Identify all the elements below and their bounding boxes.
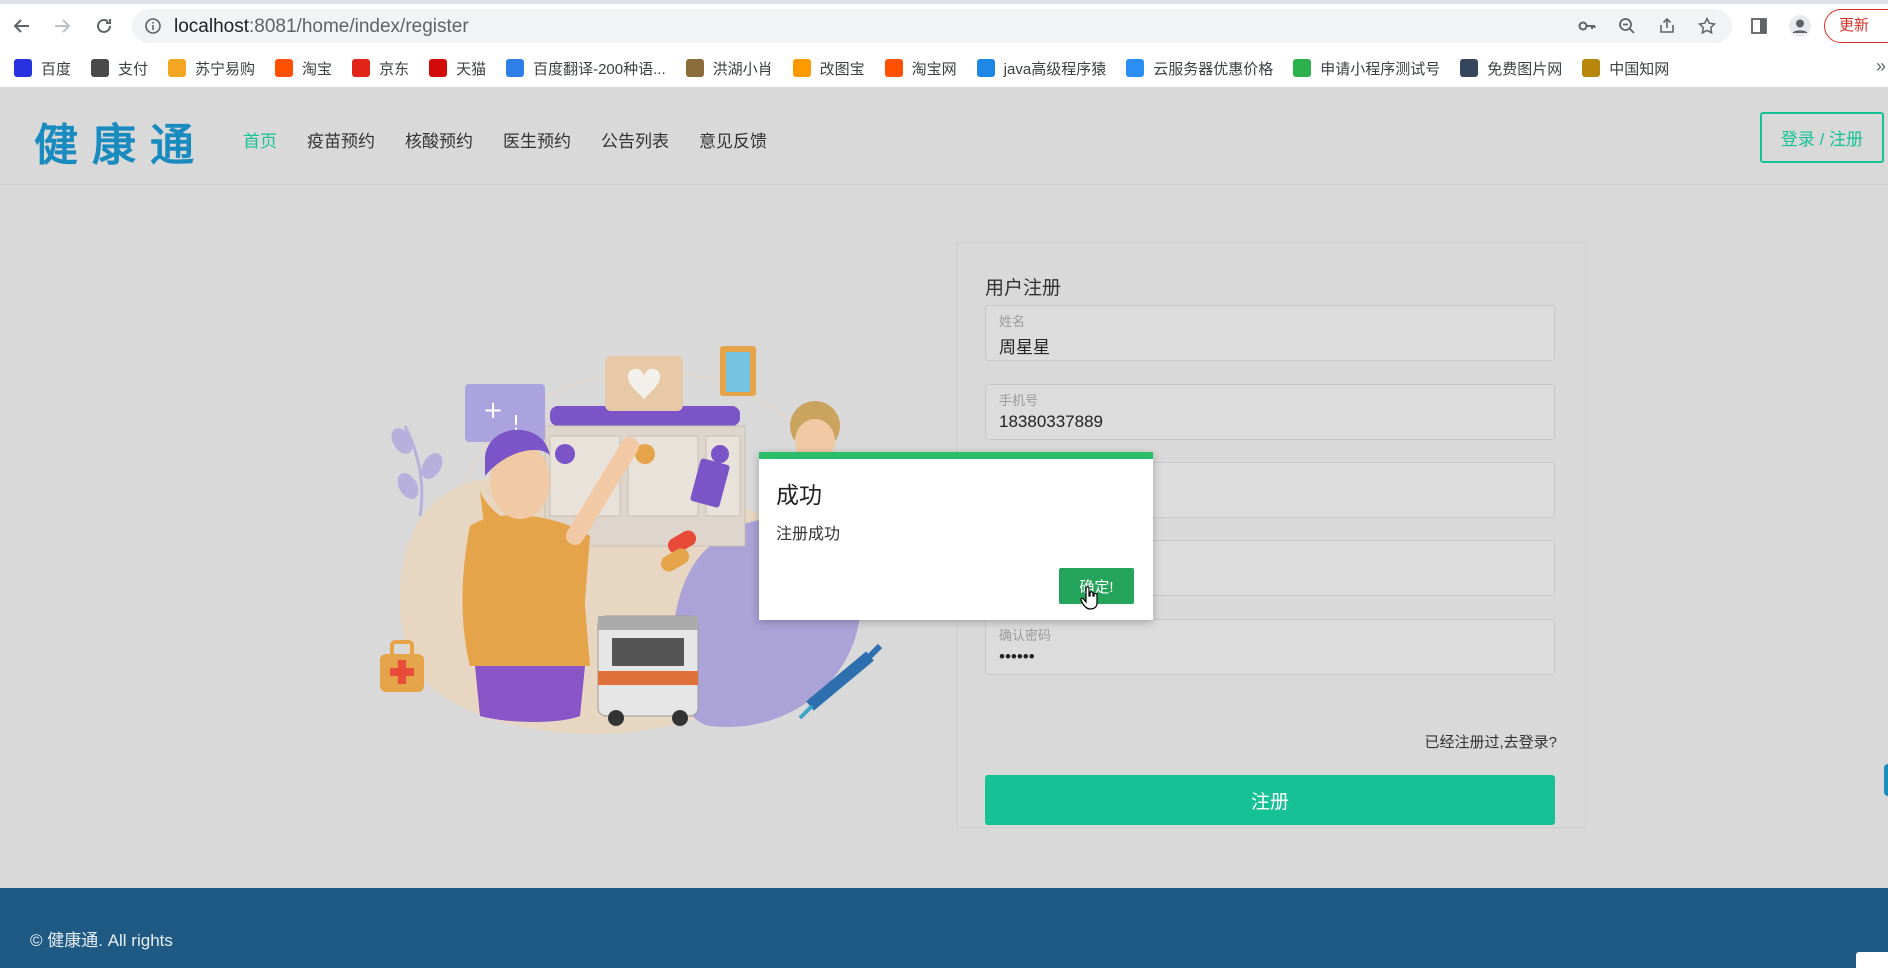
bookmark-item[interactable]: 支付 <box>91 58 148 79</box>
nav-nucleic-acid[interactable]: 核酸预约 <box>405 127 473 152</box>
bookmark-item[interactable]: 淘宝 <box>275 58 332 79</box>
bookmarks-bar: 百度 支付 苏宁易购 淘宝 京东 天猫 百度翻译-200种语... 洪湖小肖 改图宝 淘宝网 jav… <box>0 52 1888 84</box>
bookmark-label: 淘宝 <box>302 60 333 78</box>
bookmark-item[interactable]: 改图宝 <box>792 58 865 79</box>
site-logo[interactable]: 健康通 <box>34 109 208 173</box>
footer-copyright: © 健康通. All rights <box>30 931 173 950</box>
bookmark-item[interactable]: 申请小程序测试号 <box>1293 58 1440 79</box>
bookmark-favicon-icon <box>1582 59 1601 77</box>
nav-doctor[interactable]: 医生预约 <box>503 127 571 152</box>
bookmark-label: 天猫 <box>456 60 487 78</box>
bookmark-favicon-icon <box>685 59 704 77</box>
site-footer: © 健康通. All rights <box>0 888 1888 968</box>
bookmark-item[interactable]: 淘宝网 <box>884 58 957 79</box>
bookmark-label: 百度 <box>41 60 72 78</box>
url-text[interactable]: localhost:8081/home/index/register <box>174 16 469 38</box>
bookmark-favicon-icon <box>792 59 811 77</box>
name-field-label: 姓名 <box>999 314 1026 329</box>
go-login-link[interactable]: 已经注册过,去登录? <box>1424 731 1557 752</box>
svg-text:+: + <box>483 396 503 424</box>
share-icon[interactable] <box>1656 15 1678 37</box>
bookmark-favicon-icon <box>1293 59 1312 77</box>
bookmark-star-icon[interactable] <box>1696 15 1718 37</box>
bookmark-favicon-icon <box>1126 59 1145 77</box>
login-register-button[interactable]: 登录 / 注册 <box>1760 112 1884 163</box>
phone-field-label: 手机号 <box>999 393 1039 408</box>
url-host: localhost <box>174 16 249 37</box>
name-field-value: 周星星 <box>999 338 1050 357</box>
bookmark-label: 申请小程序测试号 <box>1320 60 1441 78</box>
bookmark-label: 免费图片网 <box>1487 60 1563 78</box>
bookmark-item[interactable]: 百度翻译-200种语... <box>506 58 666 79</box>
tab-strip-edge <box>0 0 1888 4</box>
bookmark-favicon-icon <box>884 59 903 77</box>
confirm-password-value: •••••• <box>999 647 1035 666</box>
bookmark-favicon-icon <box>976 59 995 77</box>
browser-chrome: localhost:8081/home/index/register 更新 百度… <box>0 0 1888 87</box>
bookmark-label: 支付 <box>118 60 149 78</box>
bookmark-favicon-icon <box>352 59 371 77</box>
bookmark-favicon-icon <box>168 59 187 77</box>
phone-field-value: 18380337889 <box>999 412 1104 431</box>
key-icon[interactable] <box>1576 15 1598 37</box>
bookmark-label: 云服务器优惠价格 <box>1153 60 1274 78</box>
url-path: :8081/home/index/register <box>249 16 469 37</box>
site-info-icon[interactable] <box>144 17 162 35</box>
phone-field[interactable]: 手机号 18380337889 <box>985 384 1555 440</box>
nav-feedback[interactable]: 意见反馈 <box>699 127 767 152</box>
bookmark-label: 洪湖小肖 <box>712 60 773 78</box>
bookmark-label: java高级程序猿 <box>1003 60 1107 78</box>
forward-icon[interactable] <box>48 12 76 40</box>
side-panel-icon[interactable] <box>1745 12 1773 40</box>
dialog-accent-bar <box>759 452 1153 459</box>
bookmark-label: 苏宁易购 <box>195 60 256 78</box>
back-icon[interactable] <box>8 12 36 40</box>
bookmark-label: 淘宝网 <box>911 60 957 78</box>
name-field[interactable]: 姓名 周星星 <box>985 305 1555 361</box>
bookmark-label: 百度翻译-200种语... <box>533 60 666 78</box>
nav-notices[interactable]: 公告列表 <box>601 127 669 152</box>
footer-corner-widget[interactable] <box>1856 952 1888 968</box>
address-bar[interactable]: localhost:8081/home/index/register <box>132 9 1732 43</box>
nav-vaccine[interactable]: 疫苗预约 <box>307 127 375 152</box>
bookmark-item[interactable]: 中国知网 <box>1582 58 1669 79</box>
profile-avatar-icon[interactable] <box>1786 12 1814 40</box>
confirm-password-label: 确认密码 <box>999 628 1052 643</box>
bookmark-favicon-icon <box>275 59 294 77</box>
bookmark-item[interactable]: 洪湖小肖 <box>685 58 773 79</box>
side-tab[interactable] <box>1884 764 1888 796</box>
hand-cursor-icon <box>1080 586 1098 610</box>
reload-icon[interactable] <box>90 12 118 40</box>
bookmark-item[interactable]: 百度 <box>14 58 71 79</box>
bookmark-favicon-icon <box>91 59 110 77</box>
bookmark-item[interactable]: 天猫 <box>429 58 486 79</box>
bookmark-item[interactable]: 云服务器优惠价格 <box>1126 58 1273 79</box>
bookmark-favicon-icon <box>1460 59 1479 77</box>
bookmark-label: 京东 <box>379 60 410 78</box>
bookmark-label: 改图宝 <box>819 60 865 78</box>
bookmarks-overflow-icon[interactable]: » <box>1876 56 1886 77</box>
bookmark-favicon-icon <box>506 59 525 77</box>
bookmark-favicon-icon <box>429 59 448 77</box>
bookmark-label: 中国知网 <box>1609 60 1670 78</box>
nav-home[interactable]: 首页 <box>243 127 277 152</box>
confirm-password-field[interactable]: 确认密码 •••••• <box>985 619 1555 675</box>
register-submit-button[interactable]: 注册 <box>985 775 1555 825</box>
bookmark-item[interactable]: java高级程序猿 <box>976 58 1107 79</box>
bookmark-item[interactable]: 京东 <box>352 58 409 79</box>
dialog-message: 注册成功 <box>776 526 841 543</box>
site-header: 健康通 首页 疫苗预约 核酸预约 医生预约 公告列表 意见反馈 登录 / 注册 <box>0 87 1888 185</box>
bookmark-item[interactable]: 免费图片网 <box>1460 58 1562 79</box>
update-button[interactable]: 更新 <box>1824 9 1888 43</box>
dialog-title: 成功 <box>776 482 822 508</box>
bookmark-favicon-icon <box>14 59 32 77</box>
register-title: 用户注册 <box>985 278 1062 299</box>
bookmark-item[interactable]: 苏宁易购 <box>168 58 255 79</box>
zoom-out-icon[interactable] <box>1616 15 1638 37</box>
main-nav: 首页 疫苗预约 核酸预约 医生预约 公告列表 意见反馈 <box>243 127 767 152</box>
